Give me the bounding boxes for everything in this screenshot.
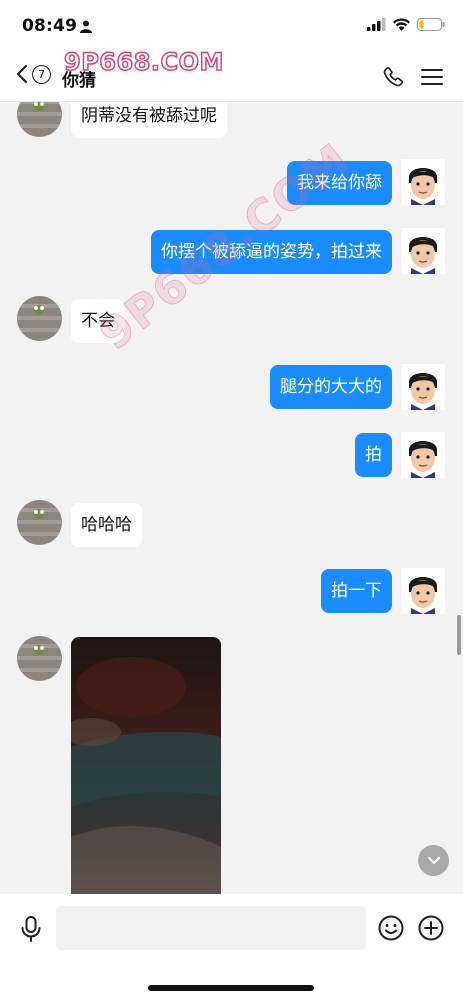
person-icon bbox=[80, 20, 92, 33]
message-bubble[interactable]: 哈哈哈 bbox=[71, 503, 142, 547]
unread-count-badge: 7 bbox=[32, 64, 51, 84]
message-bubble[interactable]: 拍 bbox=[355, 433, 392, 477]
watermark-text: 9P668.COM bbox=[63, 47, 224, 77]
chevron-left-icon bbox=[16, 64, 28, 84]
my-avatar[interactable] bbox=[401, 364, 445, 410]
microphone-icon[interactable] bbox=[20, 916, 42, 942]
my-avatar[interactable] bbox=[401, 159, 445, 205]
message-bubble[interactable]: 我来给你舔 bbox=[287, 161, 392, 205]
home-indicator[interactable] bbox=[148, 985, 314, 991]
contact-avatar[interactable] bbox=[17, 296, 62, 341]
menu-icon[interactable] bbox=[421, 68, 443, 86]
battery-icon bbox=[417, 18, 445, 31]
scroll-down-button[interactable] bbox=[418, 845, 449, 876]
chat-scrollbar[interactable] bbox=[457, 615, 461, 655]
message-bubble[interactable]: 阴蒂没有被舔过呢 bbox=[71, 102, 227, 138]
status-time: 08:49 bbox=[22, 16, 78, 36]
wifi-icon bbox=[393, 18, 410, 31]
my-avatar[interactable] bbox=[401, 228, 445, 274]
emoji-icon[interactable] bbox=[378, 915, 404, 941]
message-bubble[interactable]: 腿分的大大的 bbox=[270, 365, 392, 409]
message-bubble[interactable]: 不会 bbox=[71, 299, 125, 343]
chevron-down-icon bbox=[427, 856, 440, 864]
my-avatar[interactable] bbox=[401, 432, 445, 478]
message-bubble[interactable]: 拍一下 bbox=[321, 569, 392, 613]
my-avatar[interactable] bbox=[401, 568, 445, 614]
chat-area[interactable]: 阴蒂没有被舔过呢 我来给你舔 你摆个被舔逼的姿势，拍过来 不会 腿分的大大的 拍… bbox=[0, 102, 463, 894]
back-button[interactable]: 7 bbox=[16, 64, 51, 84]
status-indicators bbox=[367, 18, 445, 31]
message-input[interactable] bbox=[56, 906, 366, 950]
message-bubble[interactable]: 你摆个被舔逼的姿势，拍过来 bbox=[151, 230, 392, 274]
contact-avatar[interactable] bbox=[17, 636, 62, 681]
add-attachment-icon[interactable] bbox=[418, 915, 444, 941]
contact-avatar[interactable] bbox=[17, 102, 62, 137]
image-message[interactable] bbox=[71, 637, 221, 894]
contact-avatar[interactable] bbox=[17, 500, 62, 545]
input-bar bbox=[0, 894, 463, 1000]
signal-icon bbox=[367, 18, 386, 31]
phone-icon[interactable] bbox=[383, 66, 405, 88]
